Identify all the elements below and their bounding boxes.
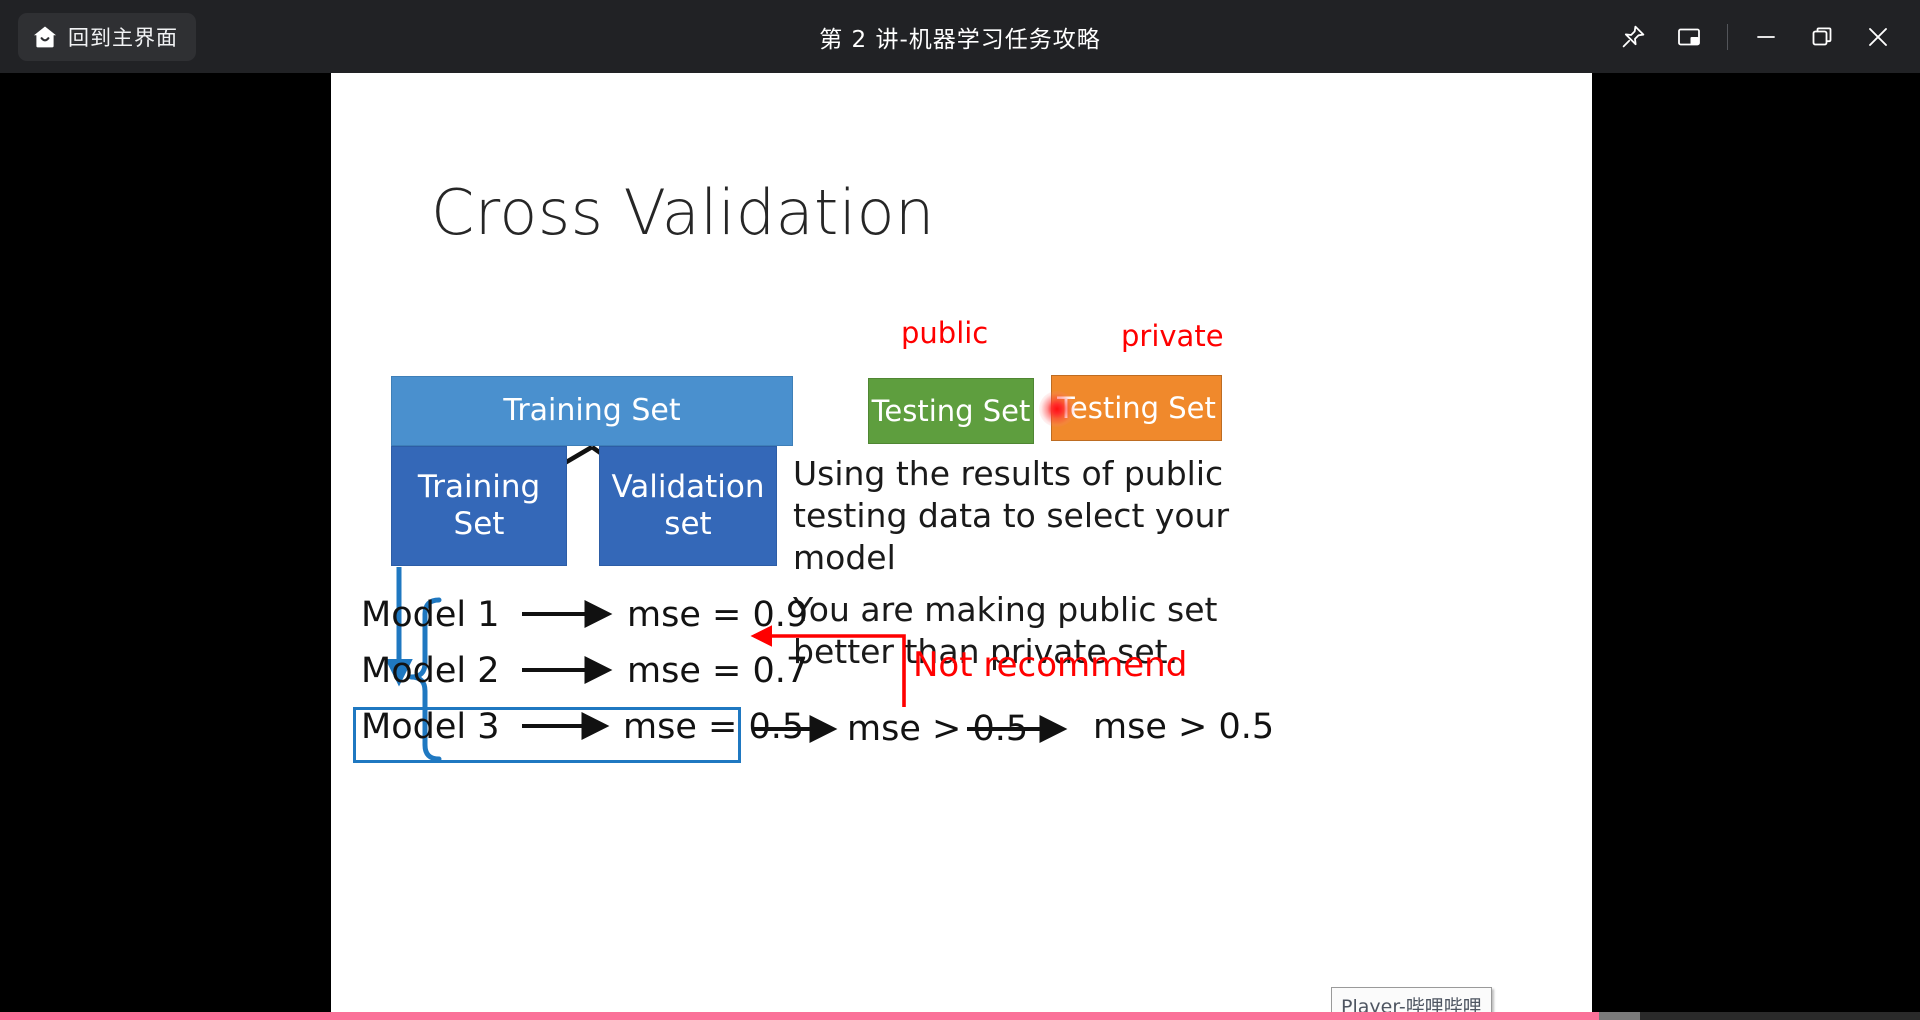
pin-button[interactable] bbox=[1605, 9, 1661, 65]
model-name: Model 3 bbox=[361, 707, 500, 747]
picture-in-picture-button[interactable] bbox=[1661, 9, 1717, 65]
public-testing-set-box: Testing Set bbox=[868, 378, 1034, 444]
window-controls bbox=[1605, 0, 1920, 73]
home-button-label: 回到主界面 bbox=[68, 26, 178, 50]
training-subset-line2: Set bbox=[453, 506, 505, 542]
model-mse-value: mse = 0.7 bbox=[627, 651, 809, 691]
progress-played bbox=[0, 1012, 1600, 1020]
validation-line2: set bbox=[664, 506, 712, 542]
validation-line1: Validation bbox=[611, 469, 765, 506]
house-icon bbox=[32, 24, 58, 50]
slide-title: Cross Validation bbox=[431, 176, 935, 249]
model-mse-value: mse = 0.5 bbox=[623, 707, 805, 747]
close-icon bbox=[1864, 23, 1892, 51]
model-name: Model 2 bbox=[361, 651, 500, 691]
not-recommend-annotation: Not recommend bbox=[913, 645, 1188, 685]
training-set-box-label: Training Set bbox=[503, 393, 681, 429]
home-button[interactable]: 回到主界面 bbox=[18, 13, 196, 61]
private-testing-set-box-label: Testing Set bbox=[1057, 390, 1216, 425]
validation-set-box-label: Validation set bbox=[611, 469, 764, 542]
model-row: Model 1 bbox=[361, 595, 499, 635]
public-mse-result: mse > 0.5 bbox=[847, 709, 1029, 749]
video-stage[interactable]: Cross Validation Training Set Training S… bbox=[0, 73, 1920, 1020]
model-mse: mse = 0.7 bbox=[627, 651, 808, 691]
model-mse: mse = 0.9 bbox=[627, 595, 808, 635]
player-window: 回到主界面 第 2 讲-机器学习任务攻略 Cross Validation Tr… bbox=[0, 0, 1920, 1020]
minimize-button[interactable] bbox=[1738, 9, 1794, 65]
private-label: private bbox=[1121, 319, 1224, 353]
picture-in-picture-icon bbox=[1676, 24, 1702, 50]
validation-set-box: Validation set bbox=[599, 446, 777, 566]
maximize-button[interactable] bbox=[1794, 9, 1850, 65]
public-testing-set-box-label: Testing Set bbox=[871, 393, 1031, 428]
model-row: Model 3 bbox=[361, 707, 499, 747]
training-subset-box-label: Training Set bbox=[418, 469, 540, 542]
pin-icon bbox=[1620, 24, 1646, 50]
progress-bar[interactable] bbox=[0, 1012, 1920, 1020]
close-button[interactable] bbox=[1850, 9, 1906, 65]
slide-canvas: Cross Validation Training Set Training S… bbox=[331, 73, 1592, 1020]
minimize-icon bbox=[1753, 24, 1779, 50]
private-mse-result: mse > 0.5 bbox=[1093, 707, 1275, 747]
training-subset-line1: Training bbox=[417, 469, 541, 506]
title-bar: 回到主界面 第 2 讲-机器学习任务攻略 bbox=[0, 0, 1920, 73]
explanation-line-1: Using the results of public testing data… bbox=[793, 454, 1230, 577]
training-set-box: Training Set bbox=[391, 376, 793, 446]
model-mse-value: mse = 0.9 bbox=[627, 595, 809, 635]
training-subset-box: Training Set bbox=[391, 446, 567, 566]
model-mse: mse = 0.5 bbox=[623, 707, 804, 747]
public-label: public bbox=[901, 316, 989, 350]
maximize-icon bbox=[1809, 24, 1835, 50]
controls-separator bbox=[1727, 23, 1728, 50]
model-row: Model 2 bbox=[361, 651, 499, 691]
model-name: Model 1 bbox=[361, 595, 500, 635]
private-testing-set-box: Testing Set bbox=[1051, 375, 1222, 441]
